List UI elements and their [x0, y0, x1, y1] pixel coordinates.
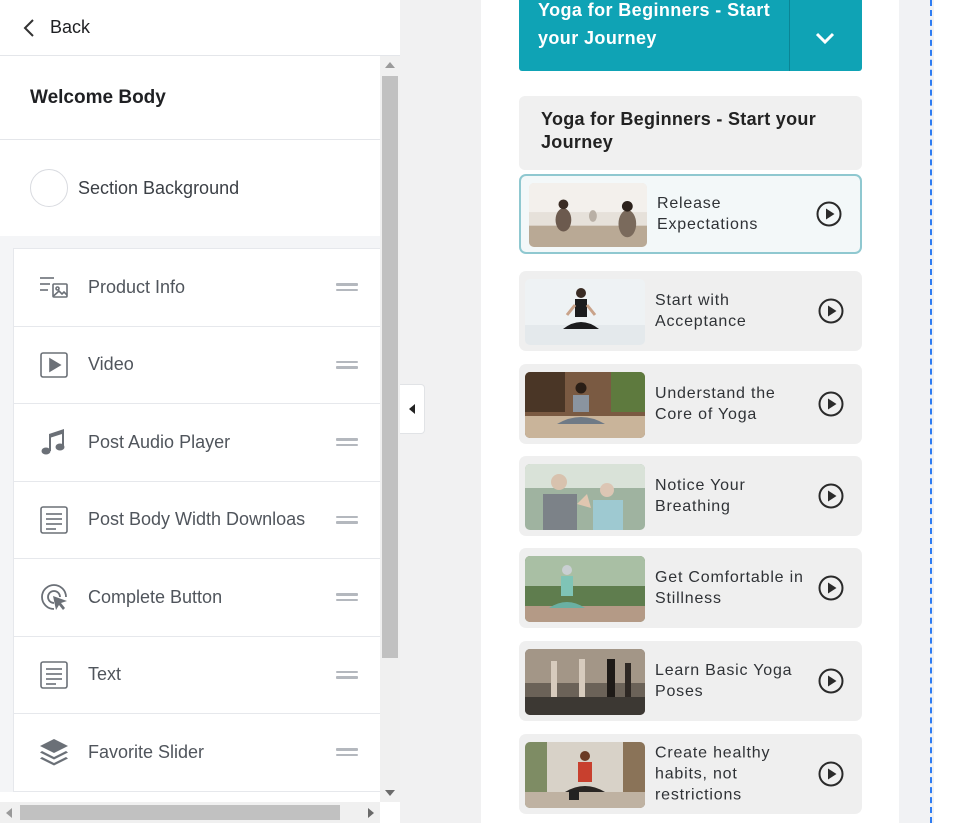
lesson-title: Get Comfortable in Stillness	[655, 569, 804, 607]
text-block-icon	[38, 659, 70, 691]
course-title: Yoga for Beginners - Start your Journey	[541, 109, 817, 152]
element-item-label: Text	[88, 664, 122, 685]
chevron-left-icon	[23, 18, 34, 37]
back-label: Back	[50, 17, 91, 37]
panel-scroll-area: Welcome Body Section Background Product …	[0, 56, 380, 792]
element-item-text[interactable]: Text	[14, 637, 380, 714]
element-item-favorite-slider[interactable]: Favorite Slider	[14, 714, 380, 792]
lesson-item[interactable]: Start with Acceptance	[519, 271, 862, 351]
drag-handle-icon[interactable]	[336, 283, 358, 292]
accordion-title: Yoga for Beginners - Start your Journey	[538, 0, 771, 48]
section-title: Welcome Body	[30, 86, 166, 108]
lesson-item[interactable]: Create healthy habits, not restrictions	[519, 734, 862, 814]
scroll-up-icon[interactable]	[385, 62, 395, 68]
scroll-left-icon[interactable]	[6, 808, 12, 818]
lesson-thumbnail	[525, 649, 645, 715]
element-list: Product Info Video Post Audio Player Pos…	[13, 248, 380, 792]
play-circle-icon[interactable]	[818, 761, 844, 787]
lesson-thumbnail	[525, 742, 645, 808]
lesson-thumbnail	[525, 464, 645, 530]
section-title-row: Welcome Body	[0, 56, 380, 140]
drag-handle-icon[interactable]	[336, 360, 358, 369]
product-info-icon	[38, 271, 70, 303]
scroll-down-icon[interactable]	[385, 790, 395, 796]
document-icon	[38, 504, 70, 536]
lesson-title: Notice Your Breathing	[655, 477, 746, 515]
settings-panel: Back Welcome Body Section Background Pro…	[0, 0, 400, 823]
element-item-label: Post Body Width Downloas	[88, 509, 306, 530]
drag-handle-icon[interactable]	[336, 670, 358, 679]
scrollbar-thumb[interactable]	[382, 76, 398, 658]
lesson-title: Release Expectations	[657, 195, 759, 233]
element-item-product-info[interactable]: Product Info	[14, 249, 380, 327]
chevron-down-icon[interactable]	[814, 31, 836, 45]
play-circle-icon[interactable]	[818, 391, 844, 417]
lesson-title: Create healthy habits, not restrictions	[655, 744, 771, 804]
video-icon	[38, 349, 70, 381]
lesson-thumbnail	[525, 279, 645, 345]
collapse-panel-button[interactable]	[400, 384, 425, 434]
play-circle-icon[interactable]	[818, 298, 844, 324]
click-cursor-icon	[38, 581, 70, 613]
element-item-post-audio-player[interactable]: Post Audio Player	[14, 404, 380, 482]
play-circle-icon[interactable]	[816, 201, 842, 227]
adjacent-canvas	[934, 0, 979, 823]
lesson-title: Understand the Core of Yoga	[655, 385, 776, 423]
scroll-right-icon[interactable]	[368, 808, 374, 818]
horizontal-scrollbar[interactable]	[0, 802, 380, 823]
element-item-label: Product Info	[88, 276, 186, 297]
course-title-card: Yoga for Beginners - Start your Journey	[519, 96, 862, 170]
accordion-divider	[789, 0, 790, 71]
element-item-label: Video	[88, 354, 134, 375]
lesson-thumbnail	[529, 183, 647, 247]
section-background-label: Section Background	[78, 177, 240, 198]
lesson-title: Start with Acceptance	[655, 292, 747, 330]
vertical-scrollbar[interactable]	[380, 56, 400, 802]
lesson-item[interactable]: Learn Basic Yoga Poses	[519, 641, 862, 721]
drag-handle-icon[interactable]	[336, 515, 358, 524]
element-item-label: Post Audio Player	[88, 431, 231, 452]
element-item-video[interactable]: Video	[14, 327, 380, 404]
drag-handle-icon[interactable]	[336, 593, 358, 602]
lesson-thumbnail	[525, 372, 645, 438]
lesson-item[interactable]: Notice Your Breathing	[519, 456, 862, 536]
element-item-label: Favorite Slider	[88, 741, 205, 762]
page-preview: Yoga for Beginners - Start your Journey …	[481, 0, 899, 823]
play-circle-icon[interactable]	[818, 575, 844, 601]
lesson-item[interactable]: Understand the Core of Yoga	[519, 364, 862, 444]
layers-icon	[38, 736, 70, 768]
drag-handle-icon[interactable]	[336, 438, 358, 447]
lesson-item[interactable]: Release Expectations	[519, 174, 862, 254]
lesson-title: Learn Basic Yoga Poses	[655, 662, 793, 700]
music-note-icon	[38, 426, 70, 458]
back-button[interactable]: Back	[0, 0, 400, 56]
caret-left-icon	[409, 404, 415, 414]
element-item-label: Complete Button	[88, 586, 223, 607]
background-color-swatch[interactable]	[30, 169, 68, 207]
lesson-thumbnail	[525, 556, 645, 622]
drag-handle-icon[interactable]	[336, 748, 358, 757]
play-circle-icon[interactable]	[818, 483, 844, 509]
element-item-post-body-downloads[interactable]: Post Body Width Downloas	[14, 482, 380, 559]
course-accordion-header[interactable]: Yoga for Beginners - Start your Journey	[519, 0, 862, 71]
play-circle-icon[interactable]	[818, 668, 844, 694]
scrollbar-thumb[interactable]	[20, 805, 340, 820]
section-background-control[interactable]: Section Background	[0, 140, 380, 236]
element-item-complete-button[interactable]: Complete Button	[14, 559, 380, 637]
selection-guide-line	[930, 0, 932, 823]
lesson-item[interactable]: Get Comfortable in Stillness	[519, 548, 862, 628]
